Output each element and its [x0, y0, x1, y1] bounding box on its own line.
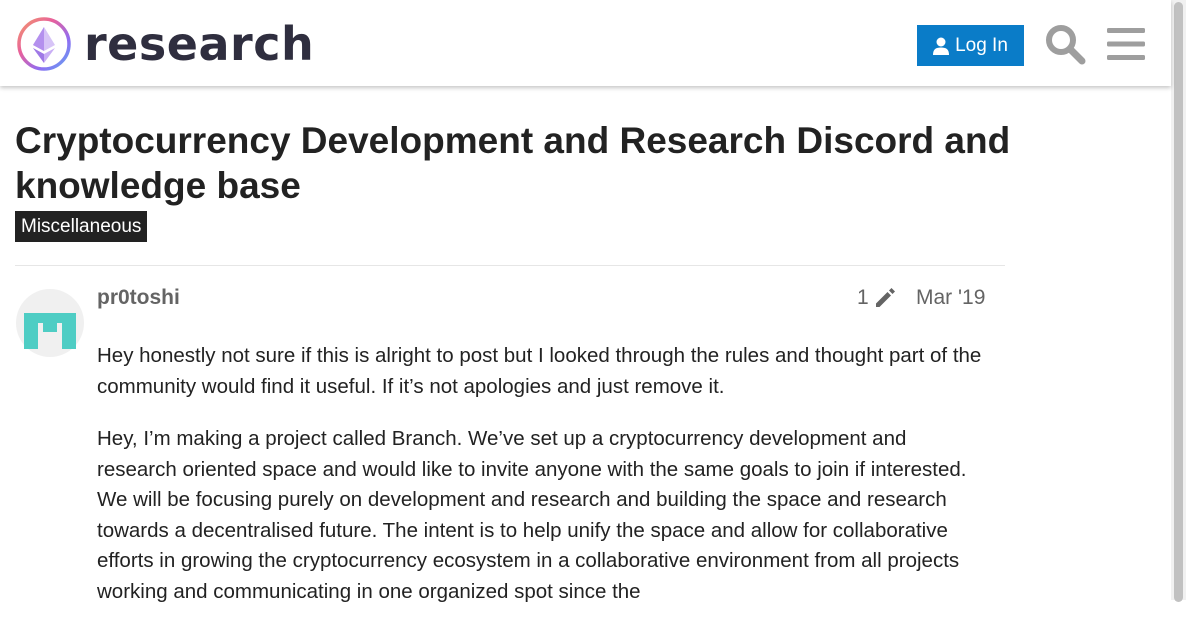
login-button[interactable]: Log In [917, 25, 1024, 66]
post-username[interactable]: pr0toshi [97, 286, 180, 310]
edit-count: 1 [857, 286, 869, 309]
logo-text: research [84, 17, 315, 71]
search-icon[interactable] [1044, 23, 1086, 65]
category-badge[interactable]: Miscellaneous [15, 211, 148, 242]
scrollbar-thumb[interactable] [1174, 2, 1183, 602]
hamburger-menu-icon[interactable] [1107, 26, 1145, 62]
avatar[interactable] [16, 289, 84, 357]
user-icon [933, 37, 950, 55]
post-paragraph: Hey honestly not sure if this is alright… [97, 344, 982, 398]
post-date[interactable]: Mar '19 [916, 286, 985, 310]
site-header: research Log In [0, 0, 1171, 86]
topic-title[interactable]: Cryptocurrency Development and Research … [15, 118, 1115, 208]
divider [15, 265, 1005, 266]
edit-history-button[interactable]: 1 [857, 286, 897, 310]
site-logo[interactable]: research [16, 16, 314, 72]
pencil-icon [875, 288, 895, 307]
login-label: Log In [955, 34, 1008, 56]
post-body: Hey honestly not sure if this is alright… [97, 341, 987, 629]
post-paragraph: Hey, I’m making a project called Branch.… [97, 427, 967, 603]
ethereum-logo [17, 17, 71, 71]
